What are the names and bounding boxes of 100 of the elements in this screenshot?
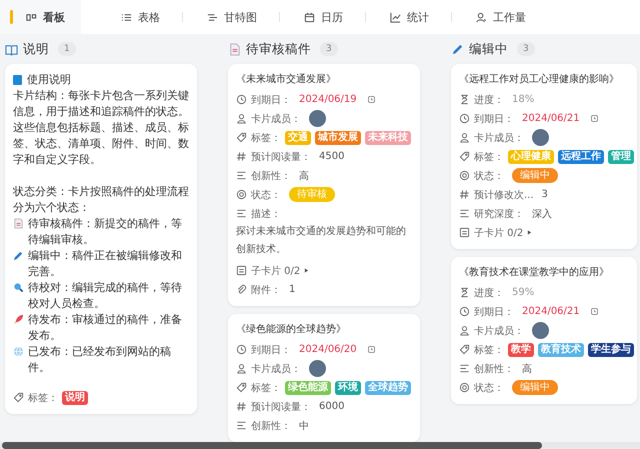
field-label: 子卡片 0/2 xyxy=(251,264,300,278)
line-chart-icon xyxy=(390,12,401,22)
field-label: 标签： xyxy=(474,344,504,356)
field-value: 高 xyxy=(299,170,309,182)
field-value: 高 xyxy=(522,362,532,376)
card-count: 3 xyxy=(517,42,535,56)
field-label: 到期日： xyxy=(474,306,514,318)
field-label: 标签： xyxy=(251,382,281,394)
tag: 心理健康 xyxy=(508,150,554,164)
clock-icon[interactable] xyxy=(590,307,599,316)
clock-icon xyxy=(459,113,470,124)
column-title: 说明 xyxy=(23,40,49,58)
card-count: 1 xyxy=(58,42,76,56)
view-tab[interactable]: 统计 xyxy=(366,0,451,34)
note-paragraph: 状态分类：卡片按照稿件的处理流程分为六个状态： xyxy=(13,184,189,216)
avatar[interactable] xyxy=(532,322,549,339)
avatar[interactable] xyxy=(309,360,326,377)
lines-icon xyxy=(236,170,247,181)
lines-icon xyxy=(459,208,470,219)
field-label: 附件： xyxy=(251,284,281,296)
status-description: 待发布：审核通过的稿件，准备发布。 xyxy=(28,312,183,344)
tag-icon xyxy=(459,151,470,162)
rocket-icon xyxy=(13,314,24,325)
tag: 绿色能源 xyxy=(285,380,331,394)
scrollbar-thumb[interactable] xyxy=(2,442,542,449)
paperclip-icon xyxy=(236,284,247,295)
note-paragraph: 卡片结构：每张卡片包含一系列关键信息，用于描述和追踪稿件的状态。这些信息包括标题、描述、成员、标签、状态、清单项、附件、时间、数字和自定义字段。 xyxy=(13,88,189,168)
target-icon xyxy=(459,170,470,181)
subcard-icon xyxy=(459,227,470,238)
document-icon xyxy=(228,42,241,56)
view-tab[interactable]: 表格 xyxy=(97,0,182,34)
avatar[interactable] xyxy=(532,129,549,146)
hourglass-icon xyxy=(459,94,470,105)
field-value: 6000 xyxy=(319,401,344,412)
field-value: 深入 xyxy=(532,208,552,220)
status-description: 待校对：编辑完成的稿件，等待校对人员检查。 xyxy=(28,280,183,312)
view-tab[interactable]: 日历 xyxy=(280,0,365,34)
description-text: 探讨未来城市交通的发展趋势和可能的创新技术。 xyxy=(236,224,407,257)
field-label: 描述： xyxy=(251,208,281,220)
clock-icon xyxy=(236,94,247,105)
hash-icon xyxy=(236,151,247,162)
column-title: 待审核稿件 xyxy=(246,40,311,58)
tag: 管理 xyxy=(608,150,634,164)
caret-icon[interactable] xyxy=(304,268,310,273)
field-label: 卡片成员： xyxy=(251,362,301,376)
field-label: 预计修改次... xyxy=(474,188,534,202)
card-title[interactable]: 《远程工作对员工心理健康的影响》 xyxy=(459,72,629,88)
calendar-icon xyxy=(304,12,315,22)
field-label: 子卡片 0/2 xyxy=(474,226,524,240)
caret-icon[interactable] xyxy=(527,230,532,235)
field-label: 标签： xyxy=(251,132,281,144)
note-heading: 使用说明 xyxy=(27,72,71,88)
card-title[interactable]: 《绿色能源的全球趋势》 xyxy=(236,322,412,338)
lines-icon xyxy=(459,363,470,374)
clock-icon[interactable] xyxy=(590,114,599,123)
tag: 未来科技 xyxy=(365,130,411,144)
tag: 环境 xyxy=(335,380,361,394)
target-icon xyxy=(236,189,247,200)
field-label: 预计阅读量： xyxy=(251,400,311,414)
view-tab[interactable]: 看板 xyxy=(0,0,81,34)
progress-value: 18% xyxy=(512,94,534,105)
view-tab[interactable]: 甘特图 xyxy=(183,0,279,34)
column-title: 编辑中 xyxy=(469,40,508,58)
clock-icon[interactable] xyxy=(366,95,376,104)
pen-icon xyxy=(13,250,24,261)
status-tag: 编辑中 xyxy=(512,168,558,183)
field-label: 进度： xyxy=(474,94,504,106)
field-label: 状态： xyxy=(474,170,504,182)
avatar[interactable] xyxy=(309,110,326,127)
due-date: 2024/06/21 xyxy=(522,113,580,124)
field-label: 创新性： xyxy=(251,170,291,182)
tag: 教育技术 xyxy=(538,342,584,356)
card-title[interactable]: 《教育技术在课堂教学中的应用》 xyxy=(459,265,629,281)
field-label: 标签： xyxy=(474,150,504,164)
due-date: 2024/06/21 xyxy=(522,306,580,317)
field-label: 到期日： xyxy=(251,94,291,106)
book-icon xyxy=(5,42,18,56)
gantt-icon xyxy=(207,12,218,22)
clock-icon[interactable] xyxy=(366,345,376,354)
card-title[interactable]: 《未来城市交通发展》 xyxy=(236,72,412,88)
field-value: 4500 xyxy=(319,151,344,162)
person-icon xyxy=(459,325,470,336)
person-icon xyxy=(476,12,487,22)
field-value: 3 xyxy=(542,189,548,200)
tag-icon xyxy=(13,392,24,403)
status-description: 已发布：已经发布到网站的稿件。 xyxy=(28,344,172,376)
due-date: 2024/06/19 xyxy=(299,94,357,105)
view-tab[interactable]: 工作量 xyxy=(452,0,548,34)
field-label: 预计阅读量： xyxy=(251,150,311,164)
field-label: 状态： xyxy=(251,188,281,202)
field-label: 卡片成员： xyxy=(251,112,301,126)
field-label: 卡片成员： xyxy=(474,132,524,144)
field-label: 状态： xyxy=(474,382,504,394)
tag: 教学 xyxy=(508,342,534,356)
status-tag: 待审核 xyxy=(289,187,335,202)
field-label: 研究深度： xyxy=(474,208,524,220)
tag: 说明 xyxy=(62,390,88,404)
clock-icon xyxy=(236,344,247,355)
card-count: 3 xyxy=(320,42,338,56)
hash-icon xyxy=(236,401,247,412)
